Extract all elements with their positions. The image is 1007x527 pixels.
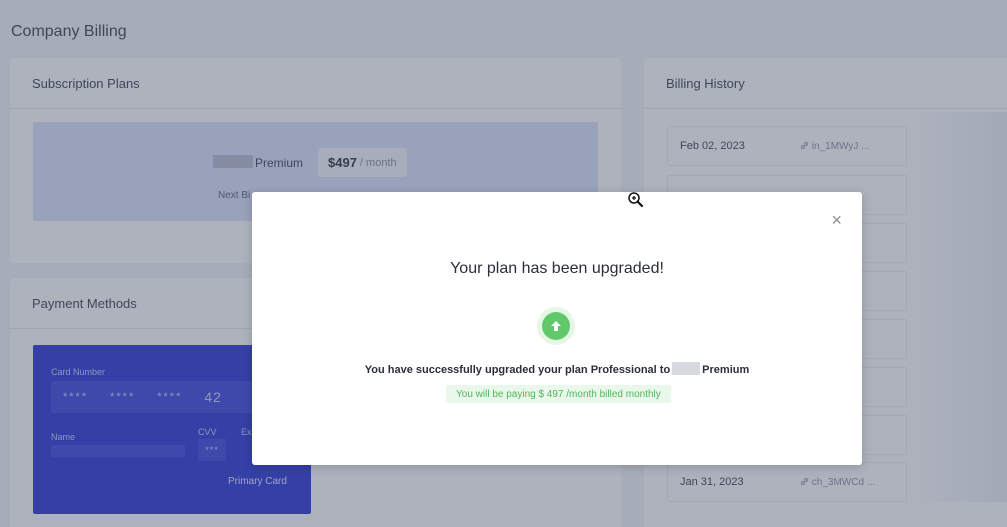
upgrade-icon-ring <box>537 307 575 345</box>
zoom-in-cursor-icon <box>628 192 644 208</box>
modal-message-suffix: Premium <box>702 364 750 376</box>
arrow-up-icon <box>551 321 561 331</box>
modal-message-prefix: You have successfully upgraded your plan… <box>364 364 671 376</box>
close-icon[interactable]: × <box>831 210 842 230</box>
upgrade-success-modal: × Your plan has been upgraded! You have … <box>252 192 862 465</box>
billing-note: You will be paying $ 497 /month billed m… <box>446 385 671 403</box>
modal-title: Your plan has been upgraded! <box>450 260 664 277</box>
arrow-up-circle-icon <box>542 312 570 340</box>
modal-message: You have successfully upgraded your plan… <box>252 362 862 376</box>
redacted-text <box>672 362 701 375</box>
